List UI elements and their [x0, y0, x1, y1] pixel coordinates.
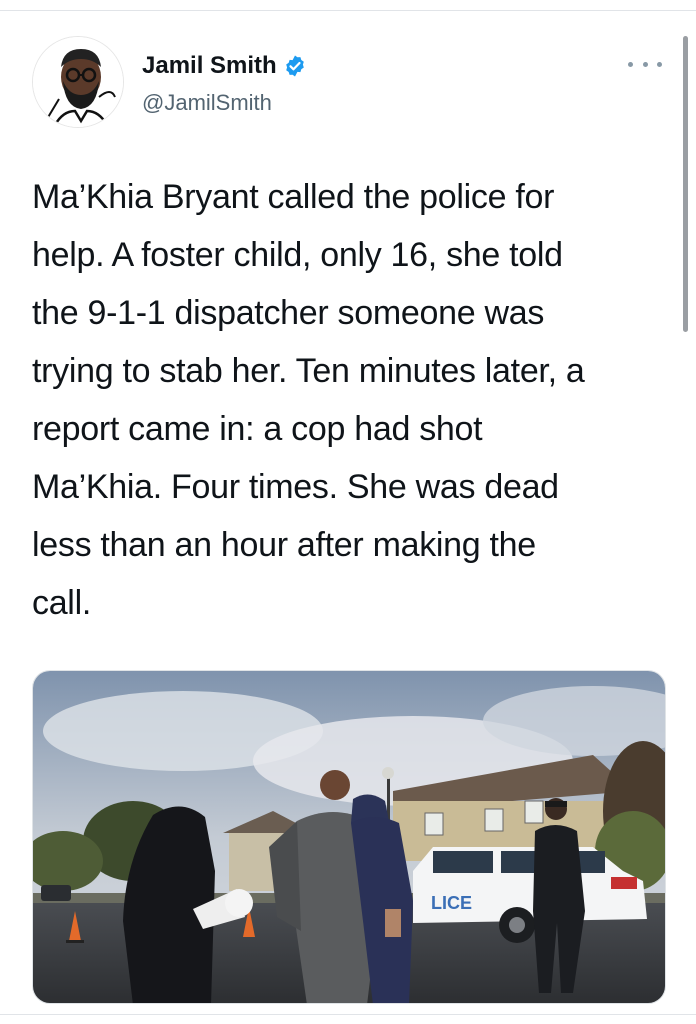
bottom-divider	[0, 1014, 696, 1015]
author-name-row: Jamil Smith	[142, 52, 307, 80]
author-handle[interactable]: @JamilSmith	[142, 90, 272, 116]
scrollbar[interactable]	[683, 36, 688, 332]
police-car-lettering: LICE	[431, 893, 472, 913]
tweet-header: Jamil Smith @JamilSmith	[32, 36, 662, 132]
tweet-text-line: the 9-1-1 dispatcher someone was	[32, 294, 545, 332]
tweet-text-line: report came in: a cop had shot	[32, 410, 483, 448]
photo-scene: LICE	[33, 671, 665, 1003]
avatar-illustration	[33, 37, 123, 127]
tweet-text-line: help. A foster child, only 16, she told	[32, 236, 563, 274]
tweet-text-line: Ma’Khia. Four times. She was dead	[32, 468, 559, 506]
tweet-text-line: less than an hour after making the	[32, 526, 536, 564]
more-horizontal-icon[interactable]	[628, 54, 662, 74]
tweet-text: Ma’Khia Bryant called the police for hel…	[32, 168, 672, 632]
tweet-text-line: call.	[32, 584, 91, 622]
tweet-text-line: trying to stab her. Ten minutes later, a	[32, 352, 585, 390]
author-avatar[interactable]	[32, 36, 124, 128]
tweet-text-line: Ma’Khia Bryant called the police for	[32, 178, 555, 216]
verified-badge-icon	[285, 55, 304, 77]
author-display-name[interactable]: Jamil Smith	[142, 52, 277, 80]
tweet-photo[interactable]: LICE	[32, 670, 666, 1004]
top-divider	[0, 10, 696, 11]
